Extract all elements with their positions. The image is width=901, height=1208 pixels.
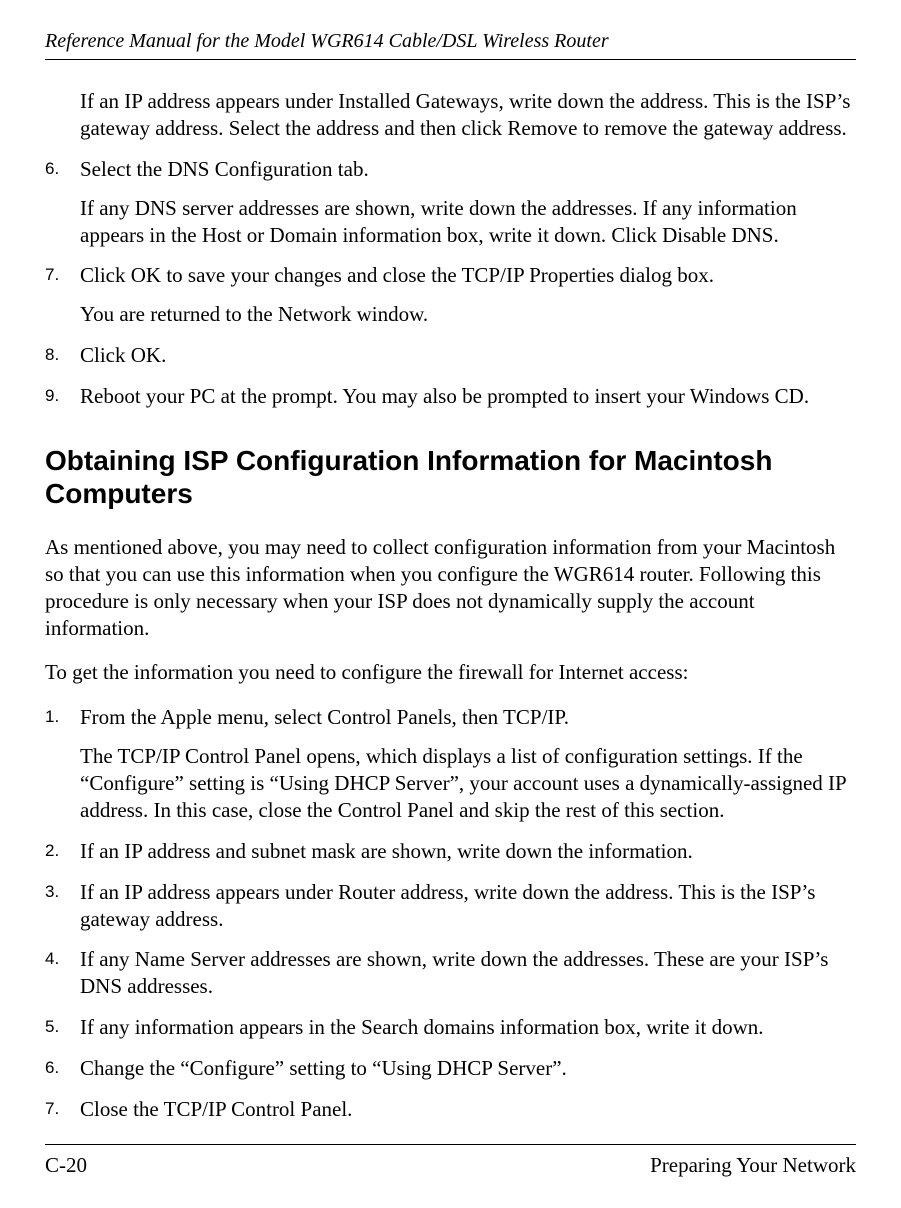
footer-rule xyxy=(45,1144,856,1145)
list-item: 5. If any information appears in the Sea… xyxy=(45,1014,856,1041)
list-marker: 6. xyxy=(45,158,59,180)
section-heading: Obtaining ISP Configuration Information … xyxy=(45,444,856,510)
list-item: 2. If an IP address and subnet mask are … xyxy=(45,838,856,865)
list-marker: 5. xyxy=(45,1016,59,1038)
list-item-text: You are returned to the Network window. xyxy=(80,301,856,328)
list-item: 4. If any Name Server addresses are show… xyxy=(45,946,856,1000)
list-item: 7. Click OK to save your changes and clo… xyxy=(45,262,856,328)
list-marker: 9. xyxy=(45,385,59,407)
running-title: Reference Manual for the Model WGR614 Ca… xyxy=(45,30,856,59)
body-content: If an IP address appears under Installed… xyxy=(45,88,856,1123)
list-marker: 8. xyxy=(45,344,59,366)
list-item-text: Click OK to save your changes and close … xyxy=(80,262,856,289)
list-marker: 2. xyxy=(45,840,59,862)
list-item-text: From the Apple menu, select Control Pane… xyxy=(80,704,856,731)
page-footer: C-20 Preparing Your Network xyxy=(45,1144,856,1178)
list-item-text: The TCP/IP Control Panel opens, which di… xyxy=(80,743,856,824)
list-marker: 7. xyxy=(45,1098,59,1120)
footer-row: C-20 Preparing Your Network xyxy=(45,1153,856,1178)
footer-left: C-20 xyxy=(45,1153,87,1178)
list-item: 6. Select the DNS Configuration tab. If … xyxy=(45,156,856,249)
continued-paragraph: If an IP address appears under Installed… xyxy=(80,88,856,142)
ordered-list-b: 1. From the Apple menu, select Control P… xyxy=(45,704,856,1123)
page-container: Reference Manual for the Model WGR614 Ca… xyxy=(0,0,901,1208)
list-item: 3. If an IP address appears under Router… xyxy=(45,879,856,933)
list-item-text: Click OK. xyxy=(80,342,856,369)
list-item-text: If an IP address and subnet mask are sho… xyxy=(80,838,856,865)
list-item: 9. Reboot your PC at the prompt. You may… xyxy=(45,383,856,410)
list-marker: 7. xyxy=(45,264,59,286)
list-item: 8. Click OK. xyxy=(45,342,856,369)
list-marker: 6. xyxy=(45,1057,59,1079)
list-marker: 1. xyxy=(45,706,59,728)
list-item-text: Select the DNS Configuration tab. xyxy=(80,156,856,183)
list-item-text: If any information appears in the Search… xyxy=(80,1014,856,1041)
header-rule xyxy=(45,59,856,60)
footer-right: Preparing Your Network xyxy=(650,1153,856,1178)
list-marker: 3. xyxy=(45,881,59,903)
list-item-text: If any Name Server addresses are shown, … xyxy=(80,946,856,1000)
list-item: 6. Change the “Configure” setting to “Us… xyxy=(45,1055,856,1082)
list-item: 1. From the Apple menu, select Control P… xyxy=(45,704,856,824)
list-item-text: If any DNS server addresses are shown, w… xyxy=(80,195,856,249)
ordered-list-a: 6. Select the DNS Configuration tab. If … xyxy=(45,156,856,410)
section-intro: As mentioned above, you may need to coll… xyxy=(45,534,856,642)
list-item: 7. Close the TCP/IP Control Panel. xyxy=(45,1096,856,1123)
list-item-text: Close the TCP/IP Control Panel. xyxy=(80,1096,856,1123)
list-marker: 4. xyxy=(45,948,59,970)
section-lead: To get the information you need to confi… xyxy=(45,659,856,686)
list-item-text: Reboot your PC at the prompt. You may al… xyxy=(80,383,856,410)
list-item-text: Change the “Configure” setting to “Using… xyxy=(80,1055,856,1082)
list-item-text: If an IP address appears under Router ad… xyxy=(80,879,856,933)
